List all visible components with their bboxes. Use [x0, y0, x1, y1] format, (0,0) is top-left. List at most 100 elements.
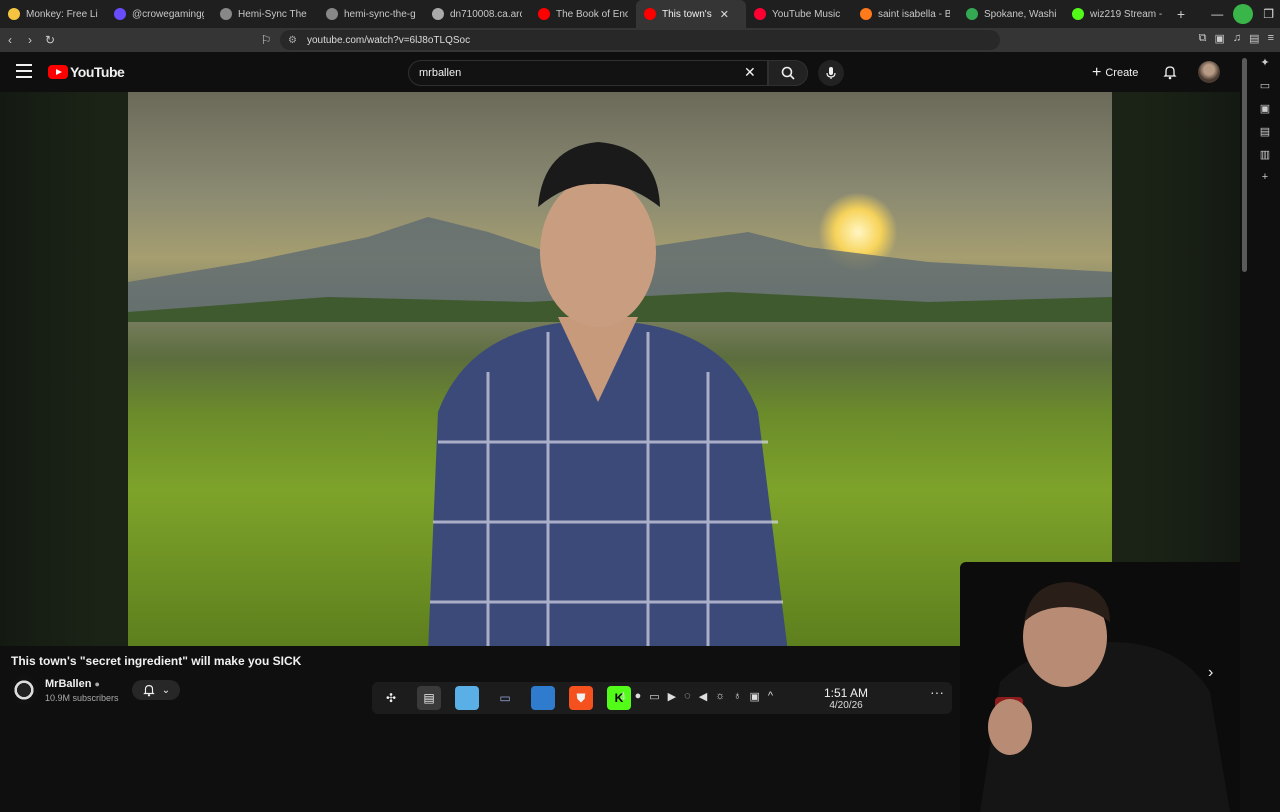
- clock-time: 1:51 AM: [824, 686, 869, 700]
- channel-name[interactable]: MrBallen ●: [45, 678, 100, 690]
- browser-tab[interactable]: saint isabella - Br: [852, 0, 958, 28]
- voice-search-button[interactable]: [818, 60, 844, 86]
- reload-icon[interactable]: ↻: [40, 33, 60, 47]
- search-button[interactable]: [768, 60, 808, 86]
- menu-dots-icon[interactable]: ≡: [1268, 32, 1274, 45]
- subscribed-button[interactable]: ⌄: [132, 680, 180, 700]
- page-scrollbar[interactable]: [1242, 58, 1247, 272]
- browser-toolbar-icons: ⧉ ▣ ♫ ▤ ≡: [1199, 32, 1274, 45]
- address-bar[interactable]: ⚙ youtube.com/watch?v=6lJ8oTLQSoc: [280, 30, 1000, 50]
- presenter-image: [428, 142, 788, 646]
- tab-title: hemi-sync-the-ga: [344, 8, 416, 20]
- youtube-play-icon: [48, 65, 68, 79]
- reading-list-icon[interactable]: ▭: [1260, 79, 1270, 92]
- webcam-overlay: [960, 562, 1240, 812]
- account-avatar[interactable]: [1198, 61, 1220, 83]
- channel-name-text: MrBallen: [45, 678, 92, 690]
- tab-favicon-icon: [220, 8, 232, 20]
- browser-nav-bar: ‹ › ↻ ⚐ ⚙ youtube.com/watch?v=6lJ8oTLQSo…: [0, 28, 1280, 52]
- plus-icon: +: [1092, 64, 1102, 81]
- create-label: Create: [1105, 67, 1139, 79]
- browser-tab[interactable]: wiz219 Stream - V: [1064, 0, 1170, 28]
- restore-icon[interactable]: ❐: [1263, 7, 1274, 21]
- tab-favicon-icon: [326, 8, 338, 20]
- music-icon[interactable]: ♫: [1233, 32, 1241, 45]
- browser-tab[interactable]: Spokane, Washin: [958, 0, 1064, 28]
- minimize-icon[interactable]: —: [1211, 7, 1223, 21]
- site-info-icon[interactable]: ⚙: [288, 35, 297, 46]
- clear-search-icon[interactable]: ✕: [744, 64, 756, 81]
- browser-tab[interactable]: Monkey: Free Live: [0, 0, 106, 28]
- leo-icon[interactable]: ✦: [1260, 56, 1269, 69]
- sidebar-icon[interactable]: ▣: [1215, 32, 1225, 45]
- more-options-icon[interactable]: ···: [930, 684, 944, 700]
- tab-favicon-icon: [432, 8, 444, 20]
- bell-icon[interactable]: [1162, 64, 1178, 80]
- browser-tab[interactable]: The Book of Enoc: [530, 0, 636, 28]
- hamburger-icon[interactable]: [16, 64, 32, 78]
- tab-favicon-icon: [538, 8, 550, 20]
- tab-favicon-icon: [1072, 8, 1084, 20]
- new-tab-button[interactable]: +: [1170, 6, 1192, 22]
- chevron-right-icon[interactable]: ›: [1208, 664, 1213, 682]
- video-title: This town's "secret ingredient" will mak…: [11, 654, 302, 668]
- brave-browser-icon[interactable]: ⛊: [569, 686, 593, 710]
- tab-title: @crowegamingg: [132, 8, 204, 20]
- forward-icon[interactable]: ›: [20, 33, 40, 47]
- brightness-tray-icon[interactable]: ☼: [715, 690, 725, 703]
- clipboard-tray-icon[interactable]: ▭: [649, 690, 659, 703]
- channel-avatar[interactable]: [10, 676, 38, 704]
- create-button[interactable]: + Create: [1092, 62, 1138, 84]
- media-tray-icon[interactable]: ▶: [668, 690, 676, 703]
- mic-icon: [826, 67, 836, 79]
- notes-icon[interactable]: ▤: [1260, 125, 1270, 138]
- browser-tab[interactable]: Hemi-Sync The G: [212, 0, 318, 28]
- search-input[interactable]: mrballen: [408, 60, 768, 86]
- close-tab-icon[interactable]: ✕: [720, 8, 729, 21]
- video-player[interactable]: [0, 92, 1240, 812]
- tab-favicon-icon: [114, 8, 126, 20]
- wallet-side-icon[interactable]: ▣: [1260, 102, 1270, 115]
- youtube-logo[interactable]: YouTube: [48, 64, 125, 80]
- volume-tray-icon[interactable]: ◀: [699, 690, 707, 703]
- extensions-icon[interactable]: ⧉: [1199, 32, 1207, 45]
- network-tray-icon[interactable]: ◌: [684, 690, 691, 703]
- browser-tab[interactable]: hemi-sync-the-ga: [318, 0, 424, 28]
- back-icon[interactable]: ‹: [0, 33, 20, 47]
- browser-tab[interactable]: dn710008.ca.arch: [424, 0, 530, 28]
- mic-tray-icon[interactable]: ♁: [733, 690, 741, 703]
- system-clock[interactable]: 1:51 AM 4/20/26: [824, 686, 868, 711]
- notifications-tray-icon[interactable]: ⍋: [620, 690, 627, 703]
- chevron-down-icon: ⌄: [161, 684, 171, 696]
- wallet-icon[interactable]: ▤: [1249, 32, 1259, 45]
- subscriber-count: 10.9M subscribers: [45, 693, 119, 703]
- tab-favicon-icon: [860, 8, 872, 20]
- overview-icon[interactable]: ▤: [417, 686, 441, 710]
- window-controls: — ❐: [1211, 4, 1274, 24]
- steam-tray-icon[interactable]: ●: [635, 690, 642, 703]
- tab-favicon-icon: [966, 8, 978, 20]
- file-manager-icon[interactable]: [531, 686, 555, 710]
- terminal-icon[interactable]: ▭: [493, 686, 517, 710]
- tab-title: The Book of Enoc: [556, 8, 628, 20]
- browser-side-panel: ✦ ▭ ▣ ▤ ▥ +: [1254, 56, 1276, 183]
- tab-title: wiz219 Stream - V: [1090, 8, 1162, 20]
- bookmark-icon[interactable]: ⚐: [256, 33, 276, 47]
- tab-favicon-icon: [8, 8, 20, 20]
- browser-tab[interactable]: This town's ✕: [636, 0, 746, 28]
- bell-icon: [143, 685, 155, 697]
- files-icon[interactable]: [455, 686, 479, 710]
- bookmarks-side-icon[interactable]: ▥: [1260, 148, 1270, 161]
- tab-favicon-icon: [644, 8, 656, 20]
- browser-profile-avatar[interactable]: [1233, 4, 1254, 24]
- display-tray-icon[interactable]: ▣: [750, 690, 760, 703]
- browser-tab[interactable]: @crowegamingg: [106, 0, 212, 28]
- add-panel-icon[interactable]: +: [1262, 171, 1268, 183]
- tab-title: dn710008.ca.arch: [450, 8, 522, 20]
- launcher-icon[interactable]: ✣: [379, 686, 403, 710]
- youtube-header: YouTube mrballen ✕ + Create: [0, 52, 1248, 92]
- chevron-up-icon[interactable]: ^: [768, 690, 773, 703]
- clock-date: 4/20/26: [829, 700, 863, 711]
- url-text: youtube.com/watch?v=6lJ8oTLQSoc: [306, 34, 471, 46]
- browser-tab[interactable]: YouTube Music: [746, 0, 852, 28]
